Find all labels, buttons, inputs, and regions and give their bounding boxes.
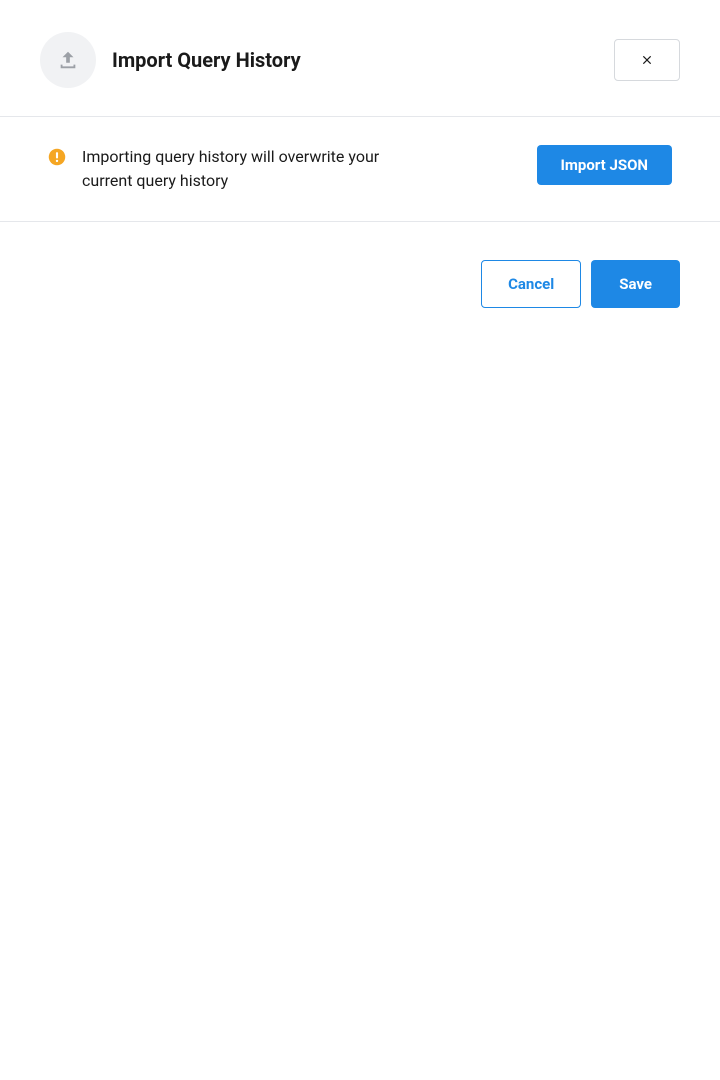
close-button[interactable] bbox=[614, 39, 680, 81]
upload-icon-container bbox=[40, 32, 96, 88]
import-json-button[interactable]: Import JSON bbox=[537, 145, 673, 185]
warning-icon bbox=[48, 148, 66, 166]
save-button[interactable]: Save bbox=[591, 260, 680, 308]
dialog-footer: Cancel Save bbox=[0, 222, 720, 346]
import-warning-row: Importing query history will overwrite y… bbox=[0, 117, 720, 222]
dialog-header: Import Query History bbox=[0, 0, 720, 117]
cancel-button[interactable]: Cancel bbox=[481, 260, 581, 308]
warning-block: Importing query history will overwrite y… bbox=[48, 145, 408, 193]
warning-message: Importing query history will overwrite y… bbox=[82, 145, 408, 193]
upload-icon bbox=[57, 49, 79, 71]
header-left-group: Import Query History bbox=[40, 32, 301, 88]
page-title: Import Query History bbox=[112, 48, 301, 72]
close-icon bbox=[640, 53, 654, 67]
